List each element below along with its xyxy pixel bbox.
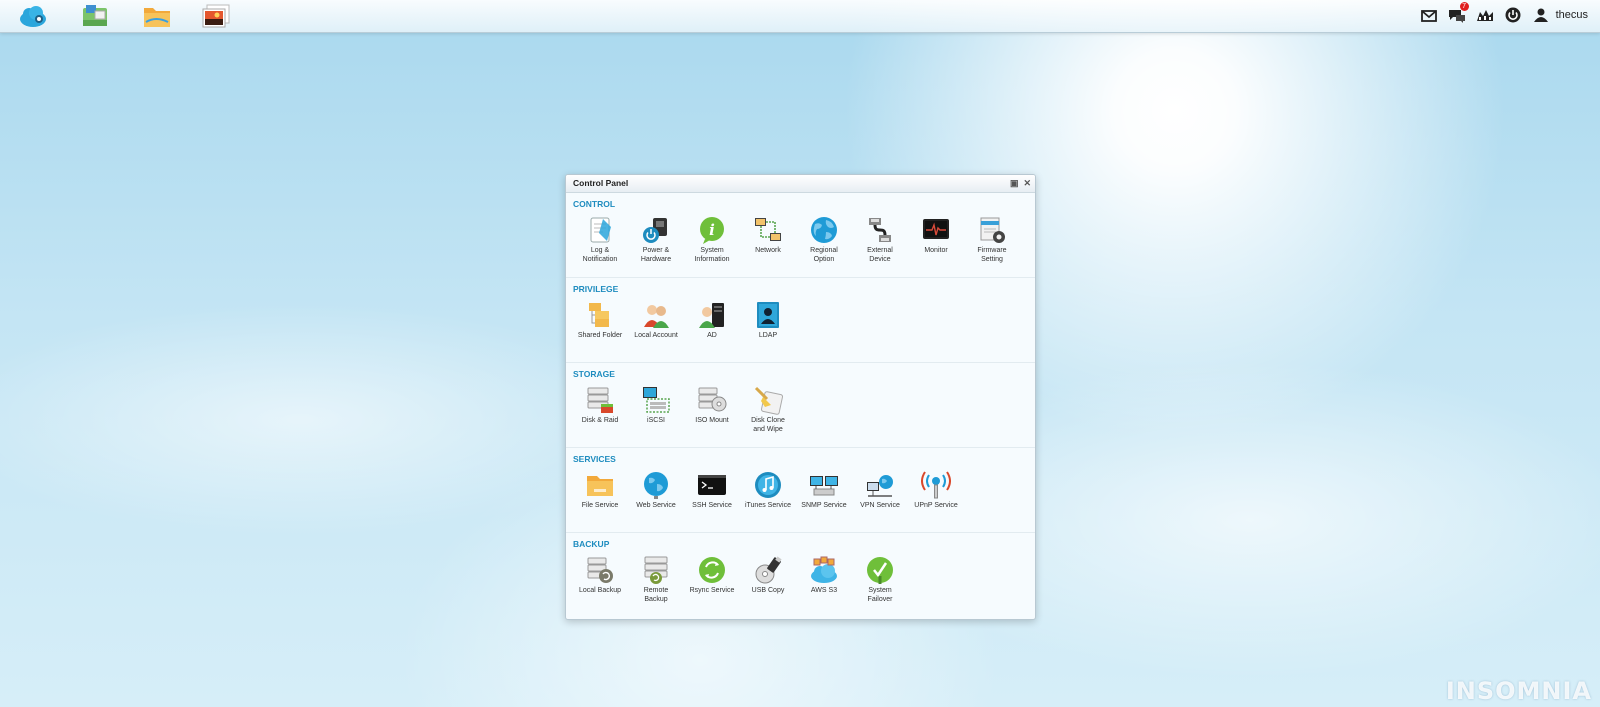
vpn-icon: [867, 475, 893, 497]
local-account-item[interactable]: Local Account: [628, 300, 684, 341]
system-failover-item[interactable]: System Failover: [852, 555, 908, 604]
section-storage: STORAGE Disk & Raid iSCSI ISO Mount Disk…: [566, 363, 1035, 448]
network-status-icon[interactable]: [1476, 6, 1494, 24]
firmware-setting-item[interactable]: Firmware Setting: [964, 215, 1020, 264]
taskbar: 7 thecus: [0, 0, 1600, 33]
local-backup-icon: [587, 557, 613, 583]
maximize-icon[interactable]: ▣: [1010, 175, 1019, 192]
disk-raid-item[interactable]: Disk & Raid: [572, 385, 628, 434]
ldap-directory-icon: [757, 302, 779, 328]
aws-s3-item[interactable]: AWS S3: [796, 555, 852, 604]
web-service-item[interactable]: Web Service: [628, 470, 684, 511]
power-icon[interactable]: [1504, 6, 1522, 24]
control-panel-window: Control Panel ▣ ✕ CONTROL Log & Notifica…: [565, 174, 1036, 620]
shared-folder-item[interactable]: Shared Folder: [572, 300, 628, 341]
monitor-icon: [923, 219, 949, 239]
users-icon: [644, 305, 669, 328]
external-device-item[interactable]: External Device: [852, 215, 908, 264]
window-titlebar[interactable]: Control Panel ▣ ✕: [566, 175, 1035, 193]
iscsi-item[interactable]: iSCSI: [628, 385, 684, 434]
usb-copy-icon: [755, 556, 782, 584]
disk-clone-wipe-item[interactable]: Disk Clone and Wipe: [740, 385, 796, 434]
remote-backup-icon: [644, 556, 668, 584]
user-icon[interactable]: [1532, 6, 1550, 24]
regional-option-item[interactable]: Regional Option: [796, 215, 852, 264]
failover-icon: [867, 557, 893, 584]
disk-raid-icon: [587, 387, 613, 413]
disk-clone-icon: [754, 386, 783, 415]
usb-copy-item[interactable]: USB Copy: [740, 555, 796, 604]
section-privilege: PRIVILEGE Shared Folder Local Account AD…: [566, 278, 1035, 363]
iscsi-icon: [643, 387, 670, 413]
power-hardware-item[interactable]: Power & Hardware: [628, 215, 684, 264]
window-title: Control Panel: [573, 178, 629, 188]
vpn-service-item[interactable]: VPN Service: [852, 470, 908, 511]
iso-mount-icon: [698, 387, 727, 412]
watermark-logo: INSOMNIA: [1445, 677, 1592, 705]
terminal-icon: [698, 475, 726, 495]
cloud-icon[interactable]: [18, 2, 48, 30]
local-backup-item[interactable]: Local Backup: [572, 555, 628, 604]
section-services: SERVICES File Service Web Service SSH Se…: [566, 448, 1035, 533]
network-item[interactable]: Network: [740, 215, 796, 264]
upnp-antenna-icon: [921, 471, 951, 499]
ad-item[interactable]: AD: [684, 300, 740, 341]
firmware-icon: [980, 217, 1005, 243]
itunes-service-item[interactable]: iTunes Service: [740, 470, 796, 511]
rsync-icon: [699, 557, 725, 583]
usb-cable-icon: [869, 218, 891, 242]
ad-server-icon: [699, 303, 724, 328]
rsync-service-item[interactable]: Rsync Service: [684, 555, 740, 604]
close-icon[interactable]: ✕: [1023, 175, 1031, 192]
section-title: PRIVILEGE: [573, 284, 619, 294]
file-manager-icon[interactable]: [142, 2, 172, 30]
username[interactable]: thecus: [1556, 9, 1588, 21]
monitor-item[interactable]: Monitor: [908, 215, 964, 264]
section-backup: BACKUP Local Backup Remote Backup Rsync …: [566, 533, 1035, 617]
information-icon: i: [700, 217, 724, 244]
power-hardware-icon: [643, 218, 667, 243]
section-title: STORAGE: [573, 369, 615, 379]
log-notification-icon: [590, 217, 611, 243]
shared-folder-icon: [589, 303, 609, 327]
system-tray: 7 thecus: [1420, 2, 1588, 24]
section-title: BACKUP: [573, 539, 610, 549]
app-center-icon[interactable]: [80, 2, 110, 30]
section-title: CONTROL: [573, 199, 616, 209]
web-globe-icon: [644, 472, 668, 499]
snmp-icon: [810, 476, 838, 496]
itunes-icon: [755, 472, 781, 498]
system-information-item[interactable]: i System Information: [684, 215, 740, 264]
remote-backup-item[interactable]: Remote Backup: [628, 555, 684, 604]
file-service-icon: [587, 476, 613, 496]
svg-text:i: i: [709, 221, 715, 239]
ldap-item[interactable]: LDAP: [740, 300, 796, 341]
aws-s3-icon: [811, 556, 837, 583]
file-service-item[interactable]: File Service: [572, 470, 628, 511]
globe-icon: [811, 217, 837, 243]
ssh-service-item[interactable]: SSH Service: [684, 470, 740, 511]
section-control: CONTROL Log & Notification Power & Hardw…: [566, 193, 1035, 278]
iso-mount-item[interactable]: ISO Mount: [684, 385, 740, 434]
upnp-service-item[interactable]: UPnP Service: [908, 470, 964, 511]
network-icon: [755, 218, 781, 241]
snmp-service-item[interactable]: SNMP Service: [796, 470, 852, 511]
messages-icon[interactable]: 7: [1448, 2, 1469, 24]
section-title: SERVICES: [573, 454, 616, 464]
photo-viewer-icon[interactable]: [201, 2, 231, 30]
log-notification-item[interactable]: Log & Notification: [572, 215, 628, 264]
mail-icon[interactable]: [1420, 6, 1438, 24]
notification-badge: 7: [1459, 2, 1469, 11]
